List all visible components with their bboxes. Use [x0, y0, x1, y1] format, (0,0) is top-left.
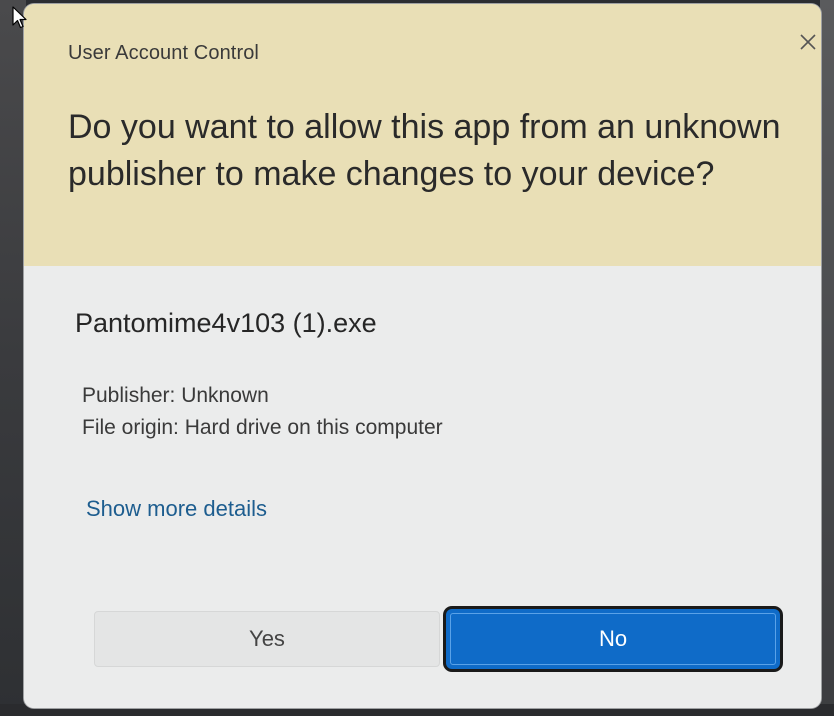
- dialog-title: User Account Control: [68, 42, 259, 64]
- consent-question: Do you want to allow this app from an un…: [68, 108, 781, 193]
- publisher-info: Publisher: Unknown: [82, 384, 269, 407]
- no-button-label: No: [598, 626, 628, 651]
- mouse-cursor-icon: [12, 6, 27, 29]
- file-origin-info: File origin: Hard drive on this computer: [82, 416, 443, 439]
- yes-button[interactable]: Yes: [94, 611, 440, 667]
- app-name: Pantomime4v103 (1).exe: [75, 308, 377, 338]
- desktop-background-right: [820, 0, 834, 716]
- dialog-body: Pantomime4v103 (1).exe Publisher: Unknow…: [24, 266, 821, 708]
- no-button[interactable]: No: [446, 609, 780, 669]
- desktop-background-left: [0, 0, 26, 716]
- dialog-header: User Account Control Do you want to allo…: [24, 4, 821, 266]
- close-button[interactable]: [794, 28, 821, 56]
- close-icon: [800, 34, 816, 50]
- yes-button-label: Yes: [249, 626, 285, 651]
- show-more-details-link[interactable]: Show more details: [86, 496, 267, 522]
- uac-dialog: User Account Control Do you want to allo…: [24, 4, 821, 708]
